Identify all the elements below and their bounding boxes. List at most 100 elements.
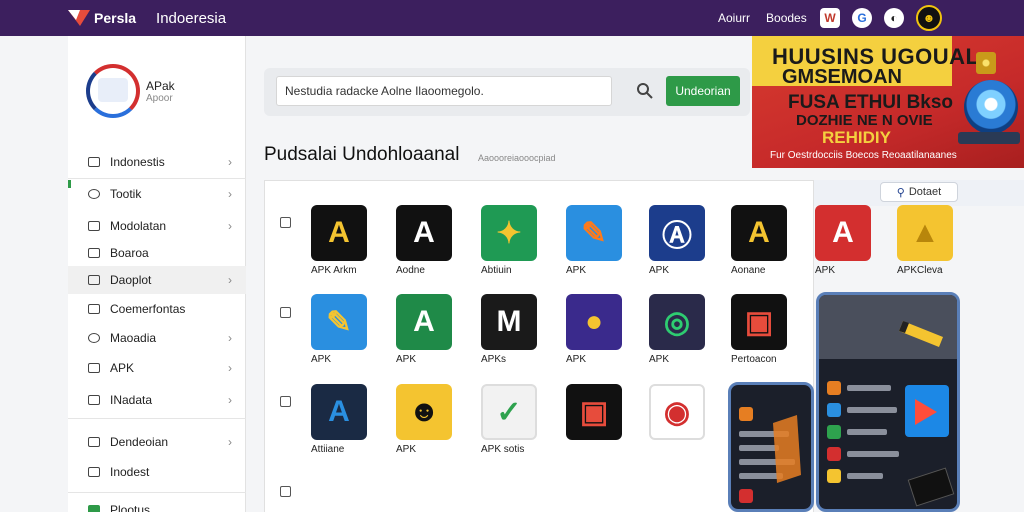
sidebar-item-8[interactable]: APK › bbox=[68, 354, 246, 382]
sidebar-item-label: Daoplot bbox=[110, 273, 152, 287]
app-store-icon[interactable]: W bbox=[820, 8, 840, 28]
phone-mockup-large bbox=[816, 292, 960, 512]
sidebar-item-9[interactable]: INadata › bbox=[68, 386, 246, 414]
app-icon: ◎ bbox=[649, 294, 705, 350]
sidebar-item-2[interactable]: Tootik › bbox=[68, 180, 246, 208]
app-tile[interactable]: ✦ Abtiuin bbox=[481, 205, 541, 276]
banner-text: FUSA ETHUI Bkso bbox=[788, 92, 954, 113]
filter-button[interactable]: ⚲ Dotaet bbox=[880, 182, 958, 202]
trophy-icon bbox=[976, 52, 996, 74]
page-subtitle: Aaoooreiaooocpiad bbox=[478, 153, 556, 163]
sidebar-item-label: Indonestis bbox=[110, 155, 165, 169]
app-tile[interactable]: A Aonane bbox=[731, 205, 791, 276]
row-checkbox[interactable] bbox=[280, 486, 291, 497]
app-tile[interactable]: ☻ APK bbox=[396, 384, 456, 455]
app-tile[interactable]: ▣ bbox=[566, 384, 626, 444]
app-name: APK bbox=[566, 265, 587, 276]
app-name: APK bbox=[396, 444, 417, 455]
pencil-graphic bbox=[899, 321, 943, 347]
row-checkbox[interactable] bbox=[280, 396, 291, 407]
app-tile[interactable]: A Aodne bbox=[396, 205, 456, 276]
app-tile[interactable]: ✓ APK sotis bbox=[481, 384, 541, 455]
sidebar-logo-icon bbox=[86, 64, 140, 118]
row-checkbox[interactable] bbox=[280, 307, 291, 318]
sidebar-item-7[interactable]: Maoadia › bbox=[68, 324, 246, 352]
triangle-icon bbox=[88, 363, 100, 373]
plus-icon bbox=[88, 505, 100, 512]
app-tile[interactable]: ◉ bbox=[649, 384, 709, 444]
brand-name: Persla bbox=[94, 10, 137, 26]
app-icon: ● bbox=[566, 294, 622, 350]
sidebar-item-label: INadata bbox=[110, 393, 153, 407]
app-tile[interactable]: Ⓐ APK bbox=[649, 205, 709, 276]
settings-box-icon bbox=[88, 304, 100, 314]
sidebar-item-3[interactable]: Modolatan › bbox=[68, 212, 246, 240]
app-name: APK bbox=[815, 265, 836, 276]
site-logo[interactable]: Persla Indoeresia bbox=[68, 10, 226, 27]
app-tile[interactable]: M APKs bbox=[481, 294, 541, 365]
app-tile[interactable]: ✎ APK bbox=[566, 205, 626, 276]
sidebar-brand-subtitle: Apoor bbox=[146, 92, 173, 104]
banner-footer: Fur Oestrdocciis Boecos Reoaatilanaanes bbox=[770, 150, 957, 161]
row-checkbox[interactable] bbox=[280, 217, 291, 228]
lens-icon bbox=[964, 80, 1018, 134]
avatar[interactable]: ☻ bbox=[916, 5, 942, 31]
top-link[interactable]: Aoiurr bbox=[718, 11, 750, 25]
sidebar-item-5[interactable]: Daoplot › bbox=[68, 266, 246, 294]
app-tile[interactable]: ▲ APKCleva bbox=[897, 205, 957, 276]
app-icon: ▣ bbox=[731, 294, 787, 350]
refresh-icon[interactable]: G bbox=[852, 8, 872, 28]
page-title: Pudsalai Undohloaanal bbox=[264, 144, 460, 165]
app-tile[interactable]: ✎ APK bbox=[311, 294, 371, 365]
sidebar-item-10[interactable]: Dendeoian › bbox=[68, 428, 246, 456]
app-tile[interactable]: A APK bbox=[815, 205, 875, 276]
chevron-right-icon: › bbox=[228, 361, 232, 375]
search-input[interactable] bbox=[276, 76, 612, 106]
sidebar-item-label: Tootik bbox=[110, 187, 142, 201]
sidebar-item-label: Modolatan bbox=[110, 219, 167, 233]
active-indicator bbox=[68, 180, 71, 188]
app-name: Abtiuin bbox=[481, 265, 512, 276]
search-icon[interactable] bbox=[636, 82, 654, 100]
app-tile[interactable]: ▣ Pertoacon bbox=[731, 294, 791, 365]
pencil-graphic bbox=[773, 415, 801, 483]
app-name: APK bbox=[649, 354, 670, 365]
app-name: APK sotis bbox=[481, 444, 525, 455]
app-name: Aonane bbox=[731, 265, 766, 276]
sidebar-brand[interactable]: APak Apoor bbox=[86, 64, 175, 118]
sidebar-item-label: Dendeoian bbox=[110, 435, 169, 449]
banner-text: DOZHIE NE N OVIE bbox=[796, 112, 933, 129]
sidebar-item-4[interactable]: Boaroa bbox=[68, 239, 246, 267]
region-label: Indoeresia bbox=[156, 9, 227, 27]
app-icon: ✎ bbox=[311, 294, 367, 350]
chevron-right-icon: › bbox=[228, 219, 232, 233]
top-icons: W G ◐ ☻ bbox=[820, 0, 942, 36]
app-icon: A bbox=[311, 384, 367, 440]
folder-icon bbox=[88, 221, 100, 231]
app-icon: ▣ bbox=[566, 384, 622, 440]
app-name: APKCleva bbox=[897, 265, 943, 276]
document-icon bbox=[88, 395, 100, 405]
clock-icon bbox=[88, 333, 100, 343]
sidebar-item-11[interactable]: Inodest bbox=[68, 458, 246, 486]
search-button[interactable]: Undeorian bbox=[666, 76, 740, 106]
chevron-right-icon: › bbox=[228, 273, 232, 287]
settings-icon[interactable]: ◐ bbox=[884, 8, 904, 28]
top-link[interactable]: Boodes bbox=[766, 11, 807, 25]
app-icon: ✦ bbox=[481, 205, 537, 261]
app-icon: ◉ bbox=[649, 384, 705, 440]
app-tile[interactable]: ● APK bbox=[566, 294, 626, 365]
sidebar-item-6[interactable]: Coemerfontas bbox=[68, 295, 246, 323]
promo-banner[interactable]: HUUSINS UGOUAL GMSEMOAN FUSA ETHUI Bkso … bbox=[752, 36, 1024, 168]
sidebar-item-label: Plootus bbox=[110, 503, 151, 512]
app-tile[interactable]: A APK Arkm bbox=[311, 205, 371, 276]
app-icon: ▲ bbox=[897, 205, 953, 261]
app-tile[interactable]: A APK bbox=[396, 294, 456, 365]
app-icon: A bbox=[396, 294, 452, 350]
filter-icon: ⚲ bbox=[896, 186, 905, 199]
app-tile[interactable]: A Attiiane bbox=[311, 384, 371, 455]
sidebar-item-12[interactable]: Plootus bbox=[68, 496, 246, 512]
calendar-icon bbox=[88, 275, 100, 285]
app-tile[interactable]: ◎ APK bbox=[649, 294, 709, 365]
sidebar-item-1[interactable]: Indonestis › bbox=[68, 148, 246, 176]
